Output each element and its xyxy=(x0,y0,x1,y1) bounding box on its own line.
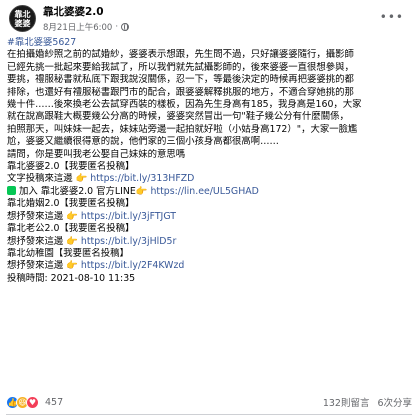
pointing-hand-icon: 👉 xyxy=(66,235,78,247)
post-line-3: 要挑，禮服秘書就私底下跟我說沒關係，忍一下，等最後決定的時候再把婆婆挑的都 xyxy=(7,74,354,86)
post-meta: 8月21日上午6:00 · xyxy=(43,21,130,33)
line-app-icon xyxy=(7,185,16,195)
promo-1-line-link[interactable]: https://lin.ee/UL5GHAD xyxy=(150,186,258,197)
pointing-hand-icon: 👉 xyxy=(75,173,88,185)
post-line-4: 排除，也還好有禮服秘書跟門市的配合，跟婆婆解釋挑服的地方，不適合穿她挑的那 xyxy=(7,86,354,98)
promo-1-line-label: 加入 靠北婆婆2.0 官方LINE xyxy=(18,185,136,197)
promo-4-row: 想抒發來這邊 👉 https://bit.ly/2F4KWzd xyxy=(7,260,412,272)
promo-2-link[interactable]: https://bit.ly/3jFTJGT xyxy=(81,211,176,222)
reaction-count: 457 xyxy=(45,396,64,408)
post-line-7: 拍照那天，叫妹妹一起去，妹妹站旁邊一起拍就好啦（小姑身高172）"，大家一臉尷 xyxy=(7,123,358,135)
posted-time: 投稿時間: 2021-08-10 11:35 xyxy=(7,272,136,284)
love-reaction-icon: ♥ xyxy=(26,395,39,409)
more-options-icon[interactable]: ••• xyxy=(380,10,404,24)
pointing-hand-icon: 👉 xyxy=(135,185,148,197)
post-question: 請問，你是要叫我老公娶自己妹妹的意思嗎 xyxy=(7,148,186,160)
promo-1-text-link[interactable]: https://bit.ly/313HFZD xyxy=(90,173,194,184)
promo-1-text-label: 文字投稿來這邊 xyxy=(7,173,76,185)
pointing-hand-icon: 👉 xyxy=(66,210,78,222)
post-stats: 132則留言 6次分享 xyxy=(323,395,412,409)
avatar[interactable]: 靠北 婆婆 xyxy=(9,5,36,32)
globe-icon xyxy=(121,23,130,31)
promo-1-text-row: 文字投稿來這邊 👉 https://bit.ly/313HFZD xyxy=(7,173,412,185)
avatar-text-top: 靠北 xyxy=(14,9,31,19)
promo-4-label: 想抒發來這邊 xyxy=(7,260,67,272)
promo-2-label: 想抒發來這邊 xyxy=(7,210,67,222)
post-line-8: 尬，婆婆又繼續很得意的說，他們家的三個小孩身高都很高啊…… xyxy=(7,136,279,148)
promo-1-line-row: 加入 靠北婆婆2.0 官方LINE👉 https://lin.ee/UL5GHA… xyxy=(7,185,412,198)
promo-2-row: 想抒發來這邊 👉 https://bit.ly/3jFTJGT xyxy=(7,211,412,223)
post-line-1: 在拍攝婚紗照之前的試婚紗，婆婆表示想跟，先生問不過，只好讓婆婆隨行，攝影師 xyxy=(7,49,354,61)
meta-dot: · xyxy=(115,22,119,32)
page-name[interactable]: 靠北婆婆2.0 xyxy=(43,4,104,19)
post-hashtag[interactable]: #靠北婆婆5627 xyxy=(7,37,412,49)
post-line-5: 幾十件……後來換老公去試穿西裝的樣板，因為先生身高有185，我身高是160，大家 xyxy=(7,99,362,111)
facebook-post: 靠北 婆婆 靠北婆婆2.0 8月21日上午6:00 · ••• #靠北婆婆562… xyxy=(0,0,420,420)
post-timestamp[interactable]: 8月21日上午6:00 xyxy=(43,21,112,33)
pointing-hand-icon: 👉 xyxy=(66,260,78,272)
share-count[interactable]: 6次分享 xyxy=(377,395,412,409)
promo-4-title: 靠北幼稚園【我要匿名投稿】 xyxy=(7,247,129,259)
avatar-text-bottom: 婆婆 xyxy=(14,18,31,28)
promo-3-link[interactable]: https://bit.ly/3jHlD5r xyxy=(81,236,176,247)
promo-1-title: 靠北婆婆2.0【我要匿名投稿】 xyxy=(7,161,135,173)
promo-3-row: 想抒發來這邊 👉 https://bit.ly/3jHlD5r xyxy=(7,236,412,248)
promo-4-link[interactable]: https://bit.ly/2F4KWzd xyxy=(81,260,184,271)
footer-divider xyxy=(6,414,412,415)
post-line-6: 就在說高跟鞋大概要幾公分高的時候，婆婆突然冒出一句"鞋子幾公分有什麼關係， xyxy=(7,111,349,123)
promo-3-label: 想抒發來這邊 xyxy=(7,235,67,247)
comment-count[interactable]: 132則留言 xyxy=(323,395,370,409)
promo-2-title: 靠北婚姻2.0【我要匿名投稿】 xyxy=(7,198,135,210)
post-line-2: 已經先挑一批起來要給我試了，所以我們就先試攝影師的，後來婆婆一直很想參與， xyxy=(7,61,354,73)
promo-3-title: 靠北老公2.0【我要匿名投稿】 xyxy=(7,223,135,235)
reactions-summary[interactable]: 👍 😆 ♥ 457 xyxy=(6,395,64,409)
post-footer: 👍 😆 ♥ 457 132則留言 6次分享 xyxy=(6,393,412,411)
post-body: #靠北婆婆5627 在拍攝婚紗照之前的試婚紗，婆婆表示想跟，先生問不過，只好讓婆… xyxy=(6,37,412,285)
post-header: 靠北 婆婆 靠北婆婆2.0 8月21日上午6:00 · ••• xyxy=(6,0,412,37)
